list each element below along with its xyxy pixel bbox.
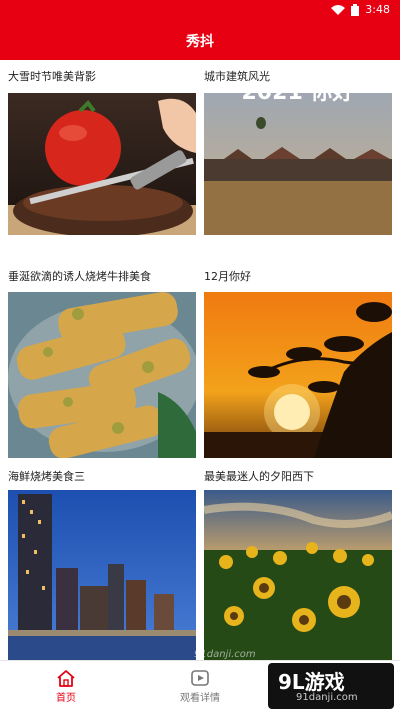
watermark: 91danji.com bbox=[166, 645, 316, 660]
card-title: 海鲜烧烤美食三 bbox=[8, 470, 85, 483]
card-image-city-night[interactable] bbox=[8, 490, 196, 660]
watermark-site: 91danji.com bbox=[194, 649, 256, 660]
status-bar: 3:48 bbox=[0, 0, 400, 22]
card-image-sunset-tree[interactable] bbox=[204, 292, 392, 458]
home-icon bbox=[57, 669, 75, 687]
feed-card[interactable]: 12月你好 bbox=[204, 268, 392, 288]
card-image-town[interactable]: 2021 你好 bbox=[204, 93, 392, 235]
play-icon bbox=[191, 669, 209, 686]
bottom-nav: 首页 观看详情 9L游戏 91danji.com bbox=[0, 660, 400, 711]
feed-card[interactable]: 海鲜烧烤美食三 bbox=[8, 468, 196, 488]
status-time: 3:48 bbox=[365, 3, 390, 16]
nav-label-home: 首页 bbox=[56, 692, 76, 704]
app-title: 秀抖 bbox=[186, 34, 214, 50]
card-image-sunflowers[interactable] bbox=[204, 490, 392, 660]
feed-card[interactable]: 垂涎欲滴的诱人烧烤牛排美食 bbox=[8, 268, 196, 288]
card-image-steak[interactable] bbox=[8, 93, 196, 235]
card-image-fried-fish[interactable] bbox=[8, 292, 196, 458]
watermark-logo: 9L游戏 bbox=[278, 670, 345, 694]
card-title: 大雪时节唯美背影 bbox=[8, 70, 96, 83]
card-title: 最美最迷人的夕阳西下 bbox=[204, 470, 314, 483]
wifi-icon bbox=[331, 4, 346, 15]
nav-item-home[interactable]: 首页 bbox=[26, 661, 106, 711]
card-title: 12月你好 bbox=[204, 270, 251, 283]
status-icons: 3:48 bbox=[331, 3, 390, 16]
card-title: 城市建筑风光 bbox=[204, 70, 270, 83]
feed-card[interactable]: 最美最迷人的夕阳西下 bbox=[204, 468, 392, 488]
watermark-site-footer: 91danji.com bbox=[296, 692, 358, 703]
overlay-text: 2021 你好 bbox=[242, 93, 355, 105]
card-title: 垂涎欲滴的诱人烧烤牛排美食 bbox=[8, 270, 151, 283]
nav-item-watch-details[interactable]: 观看详情 bbox=[160, 661, 240, 711]
app-bar: 秀抖 bbox=[0, 22, 400, 60]
content-feed[interactable]: 大雪时节唯美背影 城市建筑风光 垂涎欲滴的诱人烧烤牛排美食 12月你好 海鲜烧烤… bbox=[0, 60, 400, 660]
watermark-logo-block: 9L游戏 91danji.com bbox=[268, 663, 394, 709]
nav-label-watch-details: 观看详情 bbox=[180, 692, 220, 704]
battery-icon bbox=[351, 3, 360, 16]
